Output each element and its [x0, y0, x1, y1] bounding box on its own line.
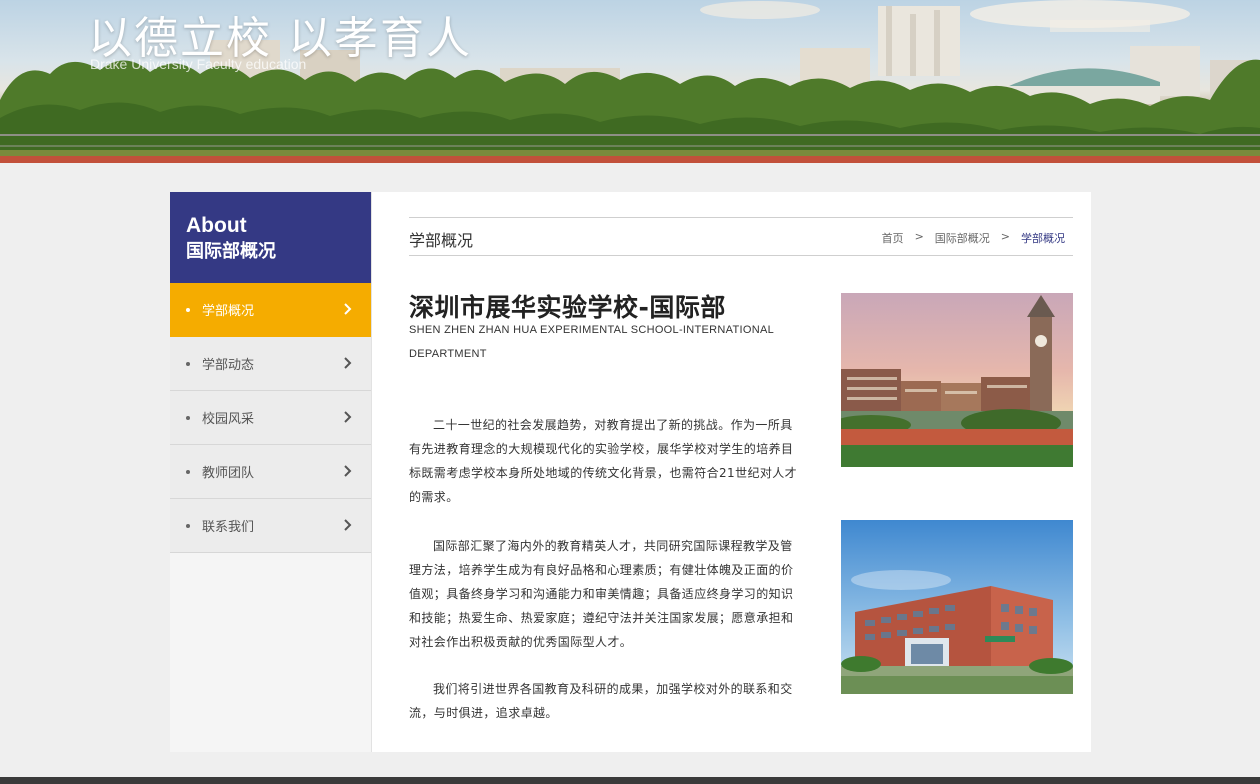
intro-paragraph: 二十一世纪的社会发展趋势，对教育提出了新的挑战。作为一所具有先进教育理念的大规模… — [409, 418, 798, 504]
bullet-icon — [186, 307, 190, 312]
intro-paragraph: 国际部汇聚了海内外的教育精英人才，共同研究国际课程教学及管理方法，培养学生成为有… — [409, 539, 794, 649]
chevron-right-icon — [344, 357, 352, 369]
header-banner: 以德立校 以孝育人 Drake University Faculty educa… — [0, 0, 1260, 163]
page-title: 学部概况 — [409, 231, 474, 250]
banner-subtitle: Drake University Faculty education — [90, 56, 307, 72]
chevron-right-icon — [344, 465, 352, 477]
sidebar-header: About 国际部概况 — [170, 192, 371, 283]
chevron-right-icon — [344, 519, 352, 531]
sidebar: About 国际部概况 学部概况 学部动态 校园风采 教师团队 联系我们 — [170, 192, 372, 752]
breadcrumb-separator: > — [1000, 230, 1010, 243]
bullet-icon — [186, 523, 190, 528]
main-content: 学部概况 首页 > 国际部概况 > 学部概况 — [409, 217, 1073, 256]
sidebar-title-cn: 国际部概况 — [186, 241, 276, 262]
intro-paragraph: 我们将引进世界各国教育及科研的成果，加强学校对外的联系和交流，与时俱进，追求卓越… — [409, 682, 793, 720]
footer-bar — [0, 777, 1260, 784]
sidebar-item-label: 教师团队 — [202, 466, 255, 481]
breadcrumb-section-link[interactable]: 国际部概况 — [935, 230, 990, 246]
title-bar: 学部概况 首页 > 国际部概况 > 学部概况 — [409, 217, 1073, 256]
sidebar-item-contact[interactable]: 联系我们 — [170, 499, 371, 553]
breadcrumb: 首页 > 国际部概况 > 学部概况 — [882, 230, 1065, 246]
campus-building-photo — [841, 520, 1073, 694]
breadcrumb-separator: > — [914, 230, 924, 243]
sidebar-item-teachers[interactable]: 教师团队 — [170, 445, 371, 499]
bullet-icon — [186, 469, 190, 474]
sidebar-item-label: 学部概况 — [202, 304, 255, 319]
sidebar-item-label: 学部动态 — [202, 358, 255, 373]
breadcrumb-current[interactable]: 学部概况 — [1021, 230, 1065, 246]
chevron-right-icon — [344, 411, 352, 423]
sidebar-item-news[interactable]: 学部动态 — [170, 337, 371, 391]
school-name-en: SHEN ZHEN ZHAN HUA EXPERIMENTAL SCHOOL-I… — [409, 324, 774, 360]
sidebar-item-campus[interactable]: 校园风采 — [170, 391, 371, 445]
breadcrumb-home-link[interactable]: 首页 — [882, 230, 904, 246]
campus-clocktower-photo — [841, 293, 1073, 467]
sidebar-item-overview[interactable]: 学部概况 — [170, 283, 371, 337]
chevron-right-icon — [344, 303, 352, 315]
sidebar-item-label: 联系我们 — [202, 520, 255, 535]
sidebar-item-label: 校园风采 — [202, 412, 255, 427]
bullet-icon — [186, 361, 190, 366]
bullet-icon — [186, 415, 190, 420]
sidebar-title-en: About — [186, 214, 247, 237]
